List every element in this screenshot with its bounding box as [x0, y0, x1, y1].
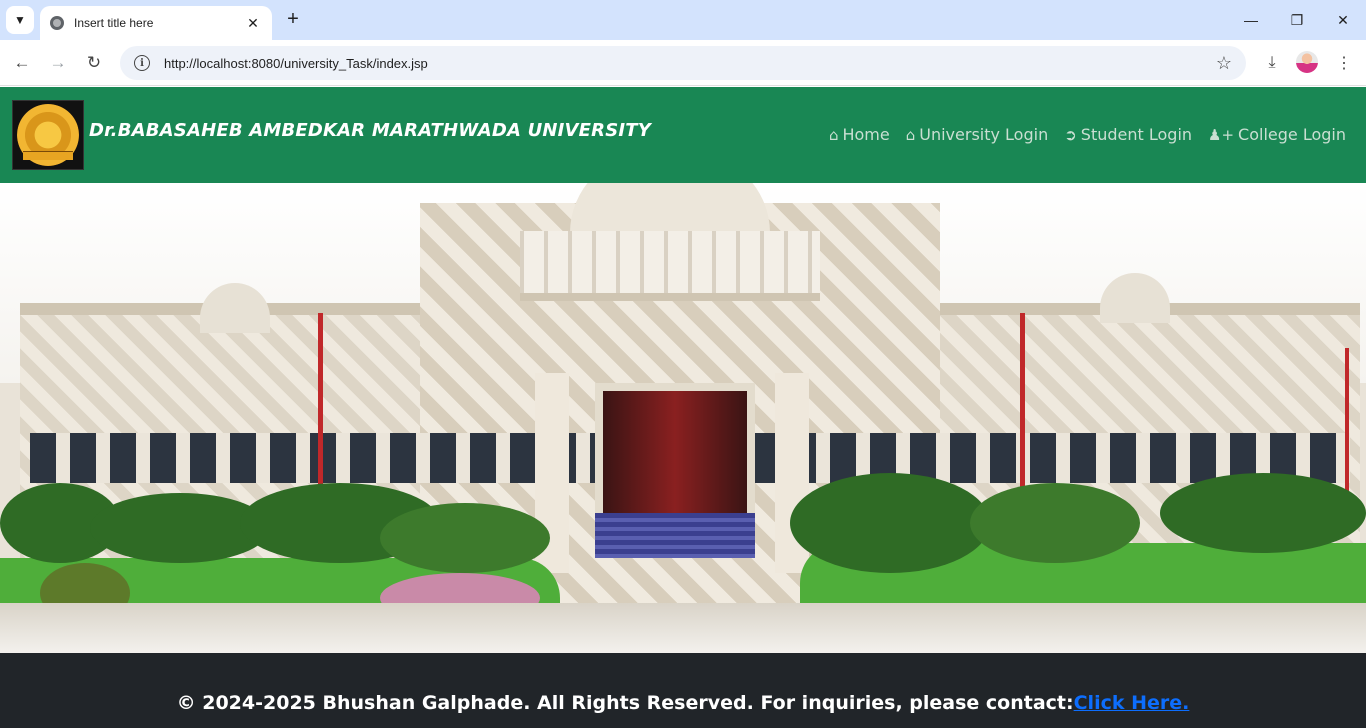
- footer-copyright: © 2024-2025 Bhushan Galphade. All Rights…: [176, 691, 1074, 714]
- nav-student-login[interactable]: ➲ Student Login: [1064, 125, 1192, 144]
- sign-in-icon: ➲: [1064, 125, 1077, 144]
- nav-university-login[interactable]: ⌂ University Login: [906, 125, 1049, 144]
- plus-icon: +: [287, 7, 299, 30]
- building-steps: [595, 513, 755, 558]
- restore-button[interactable]: ❐: [1274, 0, 1320, 40]
- reload-icon: ↻: [86, 53, 102, 72]
- new-tab-button[interactable]: +: [282, 8, 304, 30]
- contact-link[interactable]: Click Here.: [1074, 692, 1190, 714]
- browser-tab[interactable]: Insert title here ✕: [40, 6, 272, 40]
- minimize-icon: —: [1244, 12, 1258, 28]
- menu-button[interactable]: ⋮: [1331, 50, 1357, 76]
- nav-home-label: Home: [842, 125, 890, 144]
- reload-button[interactable]: ↻: [80, 49, 108, 77]
- arrow-right-icon: →: [49, 53, 67, 72]
- path: [0, 603, 1366, 653]
- restore-icon: ❐: [1290, 11, 1304, 28]
- profile-avatar[interactable]: [1296, 51, 1318, 73]
- star-icon[interactable]: ☆: [1216, 53, 1232, 74]
- download-icon: ⤓: [1268, 54, 1276, 71]
- hero-image: [0, 183, 1366, 653]
- close-icon[interactable]: ✕: [244, 15, 262, 32]
- site-header: Dr.BABASAHEB AMBEDKAR MARATHWADA UNIVERS…: [0, 87, 1366, 183]
- close-window-button[interactable]: ✕: [1320, 0, 1366, 40]
- user-plus-icon: ♟+: [1208, 125, 1235, 144]
- globe-icon: [50, 16, 64, 30]
- browser-toolbar: ← → ↻ i http://localhost:8080/university…: [0, 40, 1366, 86]
- browser-tab-strip: ▼ Insert title here ✕ + — ❐ ✕: [0, 0, 1366, 40]
- nav-college-login[interactable]: ♟+ College Login: [1208, 125, 1346, 144]
- close-icon: ✕: [1337, 11, 1349, 28]
- brand-title[interactable]: Dr.BABASAHEB AMBEDKAR MARATHWADA UNIVERS…: [89, 120, 651, 141]
- tab-title: Insert title here: [74, 16, 154, 30]
- nav-student-login-label: Student Login: [1080, 125, 1193, 144]
- kebab-menu-icon: ⋮: [1336, 55, 1352, 72]
- seal-icon: [17, 104, 79, 166]
- nav-college-login-label: College Login: [1238, 125, 1346, 144]
- home-icon: ⌂: [828, 125, 839, 144]
- building-balcony: [520, 231, 820, 301]
- university-logo[interactable]: [12, 100, 84, 170]
- minimize-button[interactable]: —: [1228, 0, 1274, 40]
- tab-search-button[interactable]: ▼: [6, 6, 34, 34]
- back-button[interactable]: ←: [8, 49, 36, 77]
- home-icon: ⌂: [905, 125, 916, 144]
- arrow-left-icon: ←: [13, 53, 31, 72]
- nav-home[interactable]: ⌂ Home: [829, 125, 890, 144]
- info-icon[interactable]: i: [134, 55, 150, 71]
- forward-button[interactable]: →: [44, 49, 72, 77]
- site-footer: © 2024-2025 Bhushan Galphade. All Rights…: [0, 653, 1366, 728]
- building-dome: [570, 183, 770, 233]
- nav-university-login-label: University Login: [919, 125, 1049, 144]
- address-bar[interactable]: i http://localhost:8080/university_Task/…: [120, 46, 1246, 80]
- downloads-button[interactable]: ⤓: [1259, 50, 1285, 76]
- url-text[interactable]: http://localhost:8080/university_Task/in…: [164, 56, 1216, 71]
- chevron-down-icon: ▼: [14, 13, 26, 27]
- main-nav: ⌂ Home ⌂ University Login ➲ Student Logi…: [829, 125, 1346, 144]
